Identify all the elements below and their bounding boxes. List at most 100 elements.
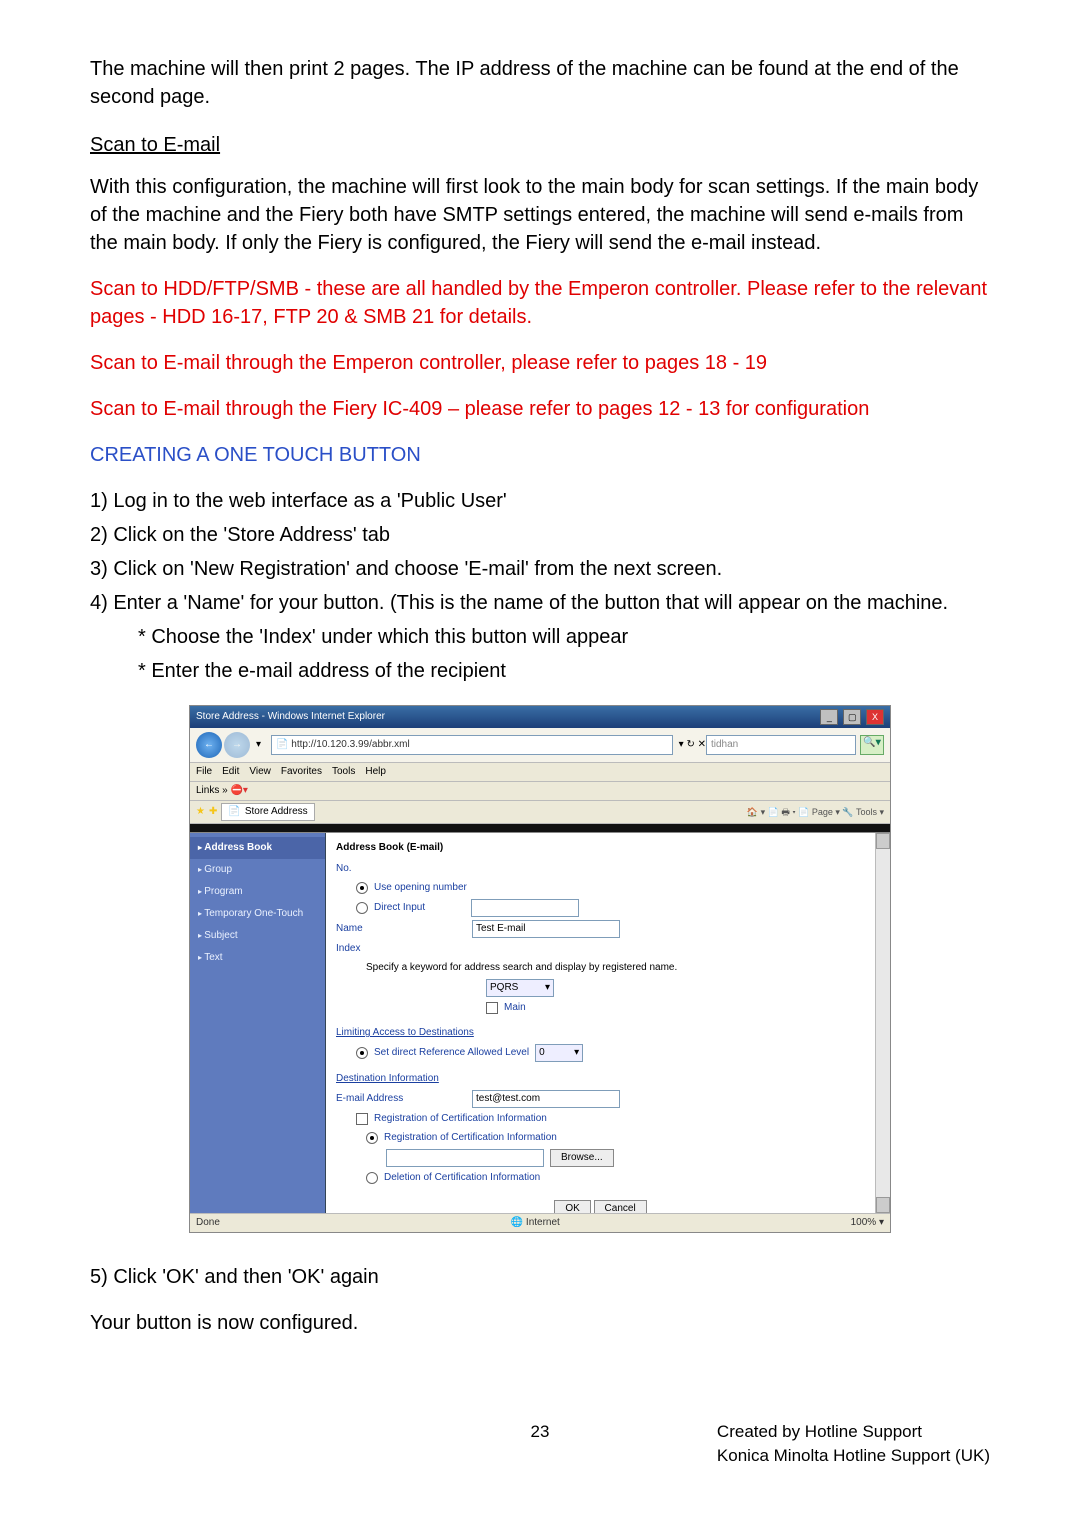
url-text: http://10.120.3.99/abbr.xml bbox=[291, 738, 409, 752]
scroll-down-icon[interactable] bbox=[876, 1197, 890, 1213]
del-cert-radio[interactable] bbox=[366, 1172, 378, 1184]
minimize-button[interactable]: _ bbox=[820, 709, 838, 725]
menu-help[interactable]: Help bbox=[365, 765, 386, 779]
dropdown-icon[interactable]: ▾ bbox=[256, 738, 261, 752]
index-select[interactable]: PQRS▾ bbox=[486, 979, 554, 997]
close-button[interactable]: X bbox=[866, 709, 884, 725]
step: 3) Click on 'New Registration' and choos… bbox=[90, 555, 990, 583]
limit-select[interactable]: 0▾ bbox=[535, 1044, 583, 1062]
menu-favorites[interactable]: Favorites bbox=[281, 765, 322, 779]
substep: * Enter the e-mail address of the recipi… bbox=[90, 657, 990, 685]
refresh-icon[interactable]: ▾ ↻ ✕ bbox=[679, 738, 706, 752]
links-icon[interactable]: ⛔▾ bbox=[230, 785, 247, 796]
url-input[interactable]: 📄 http://10.120.3.99/abbr.xml bbox=[271, 735, 673, 755]
window-title: Store Address - Windows Internet Explore… bbox=[196, 710, 385, 724]
scroll-up-icon[interactable] bbox=[876, 833, 890, 849]
menu-edit[interactable]: Edit bbox=[222, 765, 239, 779]
destination-header: Destination Information bbox=[336, 1072, 865, 1086]
sidebar-item-subject[interactable]: Subject bbox=[190, 925, 325, 947]
menu-bar: File Edit View Favorites Tools Help bbox=[190, 763, 890, 782]
back-button[interactable]: ← bbox=[196, 732, 222, 758]
menu-tools[interactable]: Tools bbox=[332, 765, 355, 779]
reg-cert-checkbox[interactable] bbox=[356, 1113, 368, 1125]
scrollbar[interactable] bbox=[875, 833, 890, 1213]
footer-right: Created by Hotline Support Konica Minolt… bbox=[717, 1420, 990, 1468]
dark-band bbox=[190, 824, 890, 832]
substep: * Choose the 'Index' under which this bu… bbox=[90, 623, 990, 651]
zoom-text[interactable]: 100% ▾ bbox=[851, 1216, 884, 1230]
sidebar-item-program[interactable]: Program bbox=[190, 881, 325, 903]
section-heading: Scan to E-mail bbox=[90, 131, 990, 159]
direct-input-label: Direct Input bbox=[374, 901, 425, 915]
paragraph: With this configuration, the machine wil… bbox=[90, 173, 990, 257]
embedded-screenshot: Store Address - Windows Internet Explore… bbox=[189, 705, 891, 1233]
red-note: Scan to HDD/FTP/SMB - these are all hand… bbox=[90, 275, 990, 331]
limit-radio[interactable] bbox=[356, 1047, 368, 1059]
red-note: Scan to E-mail through the Emperon contr… bbox=[90, 349, 990, 377]
tab-label: Store Address bbox=[245, 805, 308, 819]
maximize-button[interactable]: ▢ bbox=[843, 709, 861, 725]
cert-path-input[interactable] bbox=[386, 1149, 544, 1167]
sidebar-item-group[interactable]: Group bbox=[190, 859, 325, 881]
sidebar-item-temp-one-touch[interactable]: Temporary One-Touch bbox=[190, 903, 325, 925]
sidebar-item-text[interactable]: Text bbox=[190, 947, 325, 969]
sidebar: Address Book Group Program Temporary One… bbox=[190, 833, 326, 1213]
menu-file[interactable]: File bbox=[196, 765, 212, 779]
status-text: Done bbox=[196, 1216, 220, 1230]
forward-button[interactable]: → bbox=[224, 732, 250, 758]
reg-cert2-radio[interactable] bbox=[366, 1132, 378, 1144]
internet-icon: 🌐 bbox=[511, 1217, 523, 1228]
tab-icon: 📄 bbox=[228, 805, 240, 819]
use-opening-label: Use opening number bbox=[374, 881, 467, 895]
step: 2) Click on the 'Store Address' tab bbox=[90, 521, 990, 549]
favorites-star-icon[interactable]: ★ bbox=[196, 805, 205, 819]
main-checkbox[interactable] bbox=[486, 1002, 498, 1014]
sidebar-item-address-book[interactable]: Address Book bbox=[190, 837, 325, 859]
name-label: Name bbox=[336, 922, 466, 936]
footer-line1: Created by Hotline Support bbox=[717, 1422, 922, 1441]
form-pane: Address Book (E-mail) No. Use opening nu… bbox=[326, 833, 875, 1213]
red-note: Scan to E-mail through the Fiery IC-409 … bbox=[90, 395, 990, 423]
paragraph: Your button is now configured. bbox=[90, 1309, 990, 1337]
browse-button[interactable]: Browse... bbox=[550, 1149, 614, 1167]
email-input[interactable]: test@test.com bbox=[472, 1090, 620, 1108]
blue-heading: CREATING A ONE TOUCH BUTTON bbox=[90, 441, 990, 469]
paragraph: The machine will then print 2 pages. The… bbox=[90, 55, 990, 111]
step: 5) Click 'OK' and then 'OK' again bbox=[90, 1263, 990, 1291]
name-input[interactable]: Test E-mail bbox=[472, 920, 620, 938]
search-go-button[interactable]: 🔍▾ bbox=[860, 735, 884, 755]
no-label: No. bbox=[336, 862, 466, 876]
search-input[interactable]: tidhan bbox=[706, 735, 856, 755]
direct-input-radio[interactable] bbox=[356, 902, 368, 914]
page-number: 23 bbox=[531, 1420, 550, 1444]
step: 4) Enter a 'Name' for your button. (This… bbox=[90, 589, 990, 617]
limit-label: Set direct Reference Allowed Level bbox=[374, 1046, 529, 1060]
window-titlebar: Store Address - Windows Internet Explore… bbox=[190, 706, 890, 728]
limiting-header: Limiting Access to Destinations bbox=[336, 1026, 865, 1040]
toolbar-right[interactable]: 🏠 ▾ 📄 🖶 ▾ 📄 Page ▾ 🔧 Tools ▾ bbox=[747, 806, 884, 819]
cancel-button[interactable]: Cancel bbox=[594, 1200, 647, 1213]
use-opening-radio[interactable] bbox=[356, 882, 368, 894]
button-row: OK Cancel bbox=[336, 1200, 865, 1213]
form-header: Address Book (E-mail) bbox=[336, 841, 865, 855]
menu-view[interactable]: View bbox=[249, 765, 271, 779]
status-bar: Done 🌐 Internet 100% ▾ bbox=[190, 1213, 890, 1232]
document-page: The machine will then print 2 pages. The… bbox=[0, 0, 1080, 1528]
step: 1) Log in to the web interface as a 'Pub… bbox=[90, 487, 990, 515]
content-area: Address Book Group Program Temporary One… bbox=[190, 832, 890, 1213]
tab-bar: ★ ✚ 📄 Store Address 🏠 ▾ 📄 🖶 ▾ 📄 Page ▾ 🔧… bbox=[190, 801, 890, 824]
del-cert-label: Deletion of Certification Information bbox=[384, 1171, 540, 1185]
index-label: Index bbox=[336, 942, 466, 956]
browser-tab[interactable]: 📄 Store Address bbox=[221, 803, 314, 821]
direct-input-field[interactable] bbox=[471, 899, 579, 917]
zone-text: 🌐 Internet bbox=[511, 1216, 560, 1230]
links-bar: Links » ⛔▾ bbox=[190, 782, 890, 801]
ok-button[interactable]: OK bbox=[554, 1200, 590, 1213]
address-bar: ← → ▾ 📄 http://10.120.3.99/abbr.xml ▾ ↻ … bbox=[190, 728, 890, 763]
page-footer: 23 Created by Hotline Support Konica Min… bbox=[90, 1420, 990, 1468]
footer-line2: Konica Minolta Hotline Support (UK) bbox=[717, 1446, 990, 1465]
links-label[interactable]: Links » bbox=[196, 785, 228, 796]
add-favorite-icon[interactable]: ✚ bbox=[209, 805, 217, 819]
steps-list: 1) Log in to the web interface as a 'Pub… bbox=[90, 487, 990, 685]
page-icon: 📄 bbox=[276, 738, 288, 752]
